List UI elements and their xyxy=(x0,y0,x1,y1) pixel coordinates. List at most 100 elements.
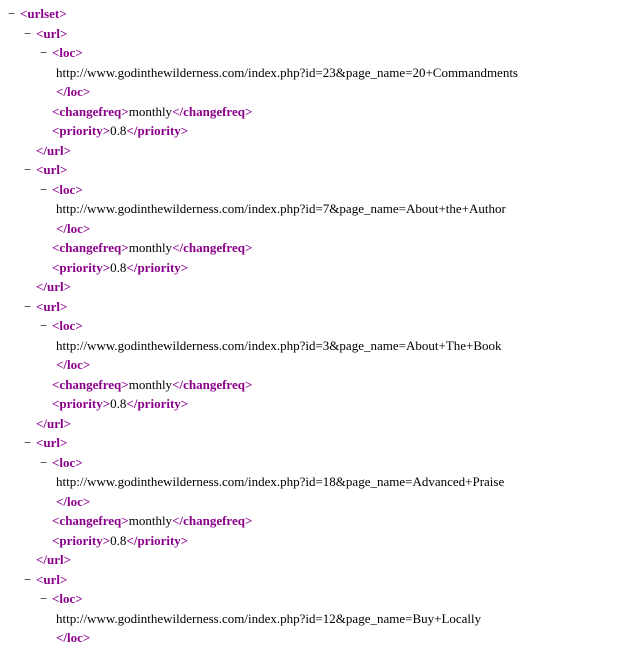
toggle-icon[interactable]: − xyxy=(24,433,36,453)
changefreq-value: monthly xyxy=(129,240,172,255)
tag-name: url xyxy=(43,572,60,587)
tag-name: loc xyxy=(67,630,83,645)
tag-name: loc xyxy=(67,221,83,236)
changefreq-value: monthly xyxy=(129,513,172,528)
loc-text: http://www.godinthewilderness.com/index.… xyxy=(56,65,518,80)
tag-name: url xyxy=(47,552,64,567)
url-close: </url> xyxy=(24,550,623,570)
angle-close: > xyxy=(245,377,252,392)
angle-close-slash: </ xyxy=(36,143,47,158)
tag-name: loc xyxy=(59,591,75,606)
tag-name: urlset xyxy=(27,6,59,21)
angle-close: > xyxy=(64,416,71,431)
tag-name: loc xyxy=(67,357,83,372)
angle-close: > xyxy=(83,494,90,509)
angle-close: > xyxy=(64,143,71,158)
tag-name: loc xyxy=(59,455,75,470)
toggle-icon[interactable]: − xyxy=(24,570,36,590)
loc-open: −<loc> xyxy=(40,589,623,609)
angle-close-slash: </ xyxy=(36,552,47,567)
angle-close-slash: </ xyxy=(56,630,67,645)
angle-close-slash: </ xyxy=(172,240,183,255)
angle-close-slash: </ xyxy=(36,279,47,294)
url-open: −<url> xyxy=(24,570,623,590)
angle-close: > xyxy=(75,318,82,333)
tag-name: loc xyxy=(67,494,83,509)
angle-close-slash: </ xyxy=(126,533,137,548)
toggle-icon[interactable]: − xyxy=(24,160,36,180)
url-open: −<url> xyxy=(24,433,623,453)
angle-close-slash: </ xyxy=(36,416,47,431)
tag-name: changefreq xyxy=(183,513,245,528)
angle-close: > xyxy=(60,162,67,177)
tag-name: priority xyxy=(137,533,180,548)
toggle-icon[interactable]: − xyxy=(40,589,52,609)
loc-text: http://www.godinthewilderness.com/index.… xyxy=(56,338,502,353)
loc-open: −<loc> xyxy=(40,43,623,63)
urlset-open: −<urlset> xyxy=(8,4,623,24)
angle-close: > xyxy=(60,572,67,587)
angle-close-slash: </ xyxy=(56,84,67,99)
tag-name: url xyxy=(47,416,64,431)
priority-row: <priority>0.8</priority> xyxy=(40,258,623,278)
tag-name: changefreq xyxy=(183,104,245,119)
tag-name: priority xyxy=(59,123,102,138)
toggle-icon[interactable]: − xyxy=(8,4,20,24)
tag-name: url xyxy=(47,279,64,294)
angle-close-slash: </ xyxy=(126,123,137,138)
loc-text: http://www.godinthewilderness.com/index.… xyxy=(56,474,504,489)
tag-name: priority xyxy=(137,123,180,138)
loc-value: http://www.godinthewilderness.com/index.… xyxy=(56,609,623,629)
tag-name: priority xyxy=(59,260,102,275)
priority-row: <priority>0.8</priority> xyxy=(40,394,623,414)
angle-close: > xyxy=(83,357,90,372)
angle-close: > xyxy=(181,533,188,548)
toggle-icon[interactable]: − xyxy=(40,43,52,63)
angle-close: > xyxy=(181,396,188,411)
tag-name: priority xyxy=(137,260,180,275)
toggle-icon[interactable]: − xyxy=(24,24,36,44)
angle-close-slash: </ xyxy=(56,221,67,236)
angle-close: > xyxy=(83,630,90,645)
toggle-icon[interactable]: − xyxy=(40,453,52,473)
angle-close: > xyxy=(64,552,71,567)
toggle-icon[interactable]: − xyxy=(40,316,52,336)
tag-name: changefreq xyxy=(59,377,121,392)
angle-close-slash: </ xyxy=(56,494,67,509)
toggle-icon[interactable]: − xyxy=(40,180,52,200)
tag-name: changefreq xyxy=(59,104,121,119)
angle-close: > xyxy=(121,104,128,119)
angle-close: > xyxy=(245,240,252,255)
xml-tree: −<urlset>−<url>−<loc>http://www.godinthe… xyxy=(8,4,623,648)
angle-close: > xyxy=(60,299,67,314)
loc-value: http://www.godinthewilderness.com/index.… xyxy=(56,199,623,219)
changefreq-row: <changefreq>monthly</changefreq> xyxy=(40,102,623,122)
toggle-icon[interactable]: − xyxy=(24,297,36,317)
angle-close: > xyxy=(83,221,90,236)
angle-close: > xyxy=(83,84,90,99)
tag-name: priority xyxy=(137,396,180,411)
tag-name: loc xyxy=(59,318,75,333)
changefreq-row: <changefreq>monthly</changefreq> xyxy=(40,375,623,395)
url-close: </url> xyxy=(24,141,623,161)
tag-name: url xyxy=(43,435,60,450)
angle-close-slash: </ xyxy=(172,377,183,392)
changefreq-row: <changefreq>monthly</changefreq> xyxy=(40,511,623,531)
angle-close: > xyxy=(121,240,128,255)
tag-name: url xyxy=(47,143,64,158)
angle-close: > xyxy=(245,513,252,528)
angle-close: > xyxy=(121,513,128,528)
url-open: −<url> xyxy=(24,24,623,44)
priority-value: 0.8 xyxy=(110,533,126,548)
priority-value: 0.8 xyxy=(110,123,126,138)
angle-close: > xyxy=(181,123,188,138)
tag-name: changefreq xyxy=(183,240,245,255)
tag-name: changefreq xyxy=(183,377,245,392)
changefreq-row: <changefreq>monthly</changefreq> xyxy=(40,238,623,258)
tag-name: changefreq xyxy=(59,240,121,255)
angle-close-slash: </ xyxy=(172,513,183,528)
loc-value: http://www.godinthewilderness.com/index.… xyxy=(56,336,623,356)
tag-name: changefreq xyxy=(59,513,121,528)
angle-close-slash: </ xyxy=(172,104,183,119)
priority-row: <priority>0.8</priority> xyxy=(40,121,623,141)
